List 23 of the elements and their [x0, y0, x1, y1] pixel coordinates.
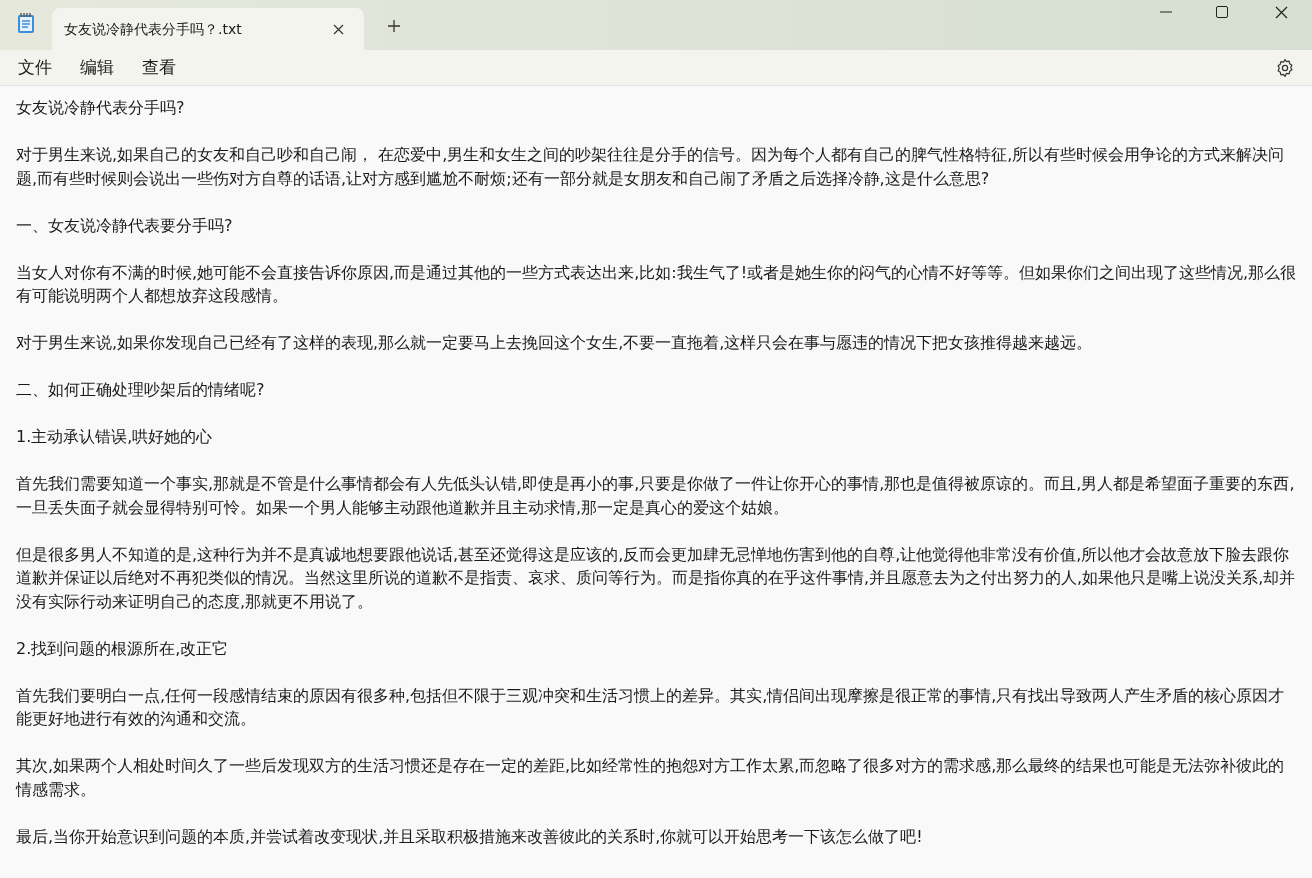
text-paragraph: 2.找到问题的根源所在,改正它	[16, 637, 230, 660]
close-icon	[1274, 5, 1288, 19]
text-paragraph: 一、女友说冷静代表要分手吗?	[16, 214, 234, 237]
text-paragraph: 当女人对你有不满的时候,她可能不会直接告诉你原因,而是通过其他的一些方式表达出来,比如:我生气了!或者是她生你的闷气的心情不好等等。但如果你们之间出现了这些情况,那么很有可能说明两个人都想放弃这段感情。	[16, 261, 1298, 307]
document-tab[interactable]: 女友说冷静代表分手吗？.txt	[52, 8, 364, 50]
text-paragraph: 首先我们要明白一点,任何一段感情结束的原因有很多种,包括但不限于三观冲突和生活习惯上的差异。其实,情侣间出现摩擦是很正常的事情,只有找出导致两人产生矛盾的核心原因才能更好地进行有效的沟通和交流。	[16, 684, 1286, 730]
text-paragraph: 二、如何正确处理吵架后的情绪呢?	[16, 379, 266, 401]
notepad-icon	[17, 12, 35, 34]
text-paragraph: 但是很多男人不知道的是,这种行为并不是真诚地想要跟他说话,甚至还觉得这是应该的,反而会更加肆无忌惮地伤害到他的自尊,让他觉得他非常没有价值,所以他才会故意放下脸去跟你道歉并保证以后绝对不再犯类似的情况。当然这里所说的道歉不是指责、哀求、质问等行为。而是指你真的在乎这件事情,并且愿意去为之付出努力的人,如果他只是嘴上说没关系,却并没有实际行动来证明自己的态度,那就更不用说了。	[16, 543, 1297, 613]
menu-item[interactable]: 编辑	[66, 51, 128, 84]
plus-icon	[387, 19, 401, 33]
text-paragraph: 对于男生来说,如果你发现自己已经有了这样的表现,那么就一定要马上去挽回这个女生,不要一直拖着,这样只会在事与愿违的情况下把女孩推得越来越远。	[16, 332, 1094, 354]
maximize-icon	[1216, 6, 1228, 18]
menu-item[interactable]: 文件	[4, 51, 66, 84]
text-paragraph: 最后,当你开始意识到问题的本质,并尝试着改变现状,并且采取积极措施来改善彼此的关系时,你就可以开始思考一下该怎么做了吧!	[16, 825, 924, 848]
text-paragraph: 对于男生来说,如果自己的女友和自己吵和自己闹， 在恋爱中,男生和女生之间的吵架往往是分手的信号。因为每个人都有自己的脾气性格特征,所以有些时候会用争论的方式来解决问题,而有些时候则会说出一些伤对方自尊的话语,让对方感到尴尬不耐烦;还有一部分就是女朋友和自己闹了矛盾之后选择冷静,这是什么意思?	[16, 144, 1286, 190]
close-icon	[332, 23, 344, 35]
text-paragraph: 1.主动承认错误,哄好她的心	[16, 426, 214, 448]
text-paragraph: 首先我们需要知道一个事实,那就是不管是什么事情都会有人先低头认错,即使是再小的事,只要是你做了一件让你开心的事情,那也是值得被原谅的。而且,男人都是希望面子重要的东西,一旦丢失面子就会显得特别可怜。如果一个男人能够主动跟他道歉并且主动求情,那一定是真心的爱这个姑娘。	[16, 473, 1296, 519]
text-paragraph: 其次,如果两个人相处时间久了一些后发现双方的生活习惯还是存在一定的差距,比如经常性的抱怨对方工作太累,而忽略了很多对方的需求感,那么最终的结果也可能是无法弥补彼此的情感需求。	[16, 755, 1286, 801]
minimize-icon	[1160, 11, 1172, 13]
text-paragraph: 女友说冷静代表分手吗?	[16, 97, 186, 119]
menu-item[interactable]: 查看	[128, 51, 190, 84]
